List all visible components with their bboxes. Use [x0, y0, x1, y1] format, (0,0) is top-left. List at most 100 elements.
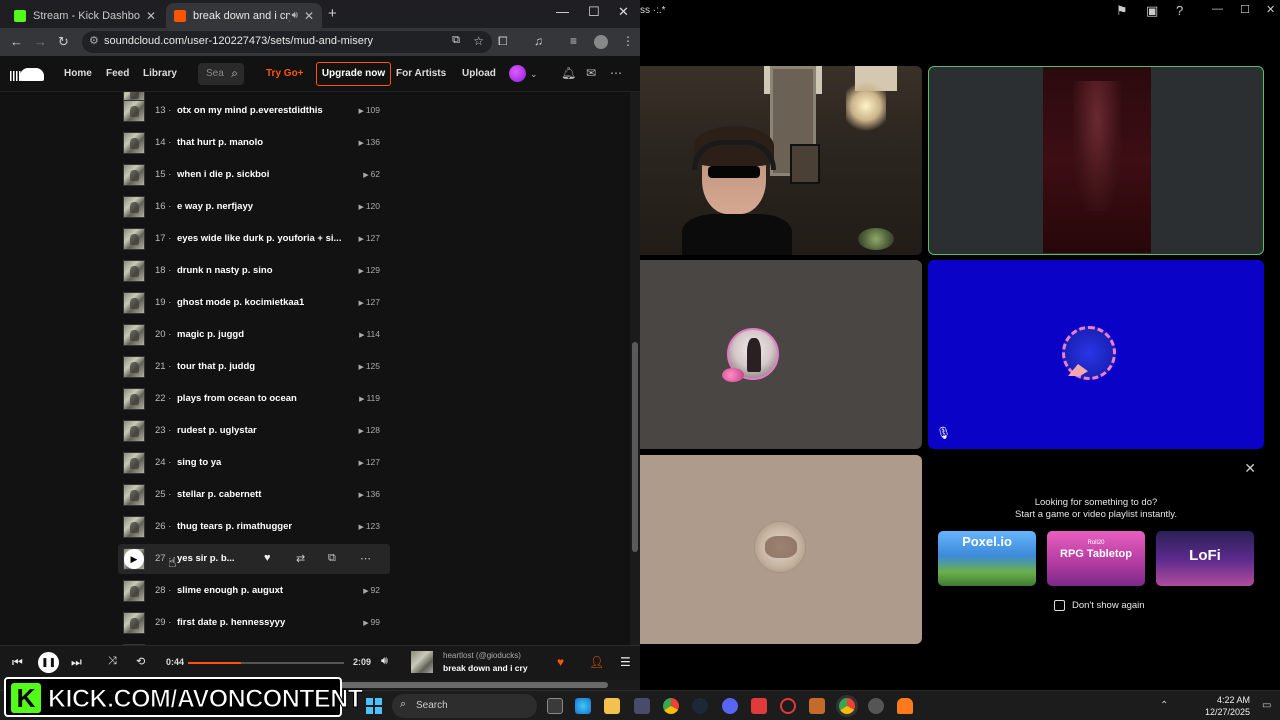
system-clock[interactable]: 4:22 AM 12/27/2025: [1205, 694, 1250, 718]
track-row[interactable]: 14 · that hurt p. manolo 136: [118, 128, 390, 158]
close-icon[interactable]: ✕: [1244, 460, 1256, 477]
file-explorer-icon[interactable]: [604, 698, 620, 714]
maximize-button[interactable]: ☐: [1240, 3, 1250, 16]
messages-icon[interactable]: ✉: [586, 66, 596, 80]
cast-icon[interactable]: ≡: [570, 34, 577, 48]
track-title[interactable]: tour that p. juddg: [177, 361, 255, 372]
track-row[interactable]: 13 · otx on my mind p.everestdidthis 109: [118, 96, 390, 126]
track-row[interactable]: 22 · plays from ocean to ocean 119: [118, 384, 390, 414]
track-row[interactable]: 25 · stellar p. cabernett 136: [118, 480, 390, 510]
scrollbar-thumb[interactable]: [340, 682, 608, 688]
participant-avatar[interactable]: [1062, 326, 1116, 380]
flag-icon[interactable]: ⚑: [1116, 3, 1128, 19]
search-icon[interactable]: ⌕: [231, 66, 238, 81]
windows-start-icon[interactable]: [366, 698, 382, 714]
track-title[interactable]: drunk n nasty p. sino: [177, 265, 273, 276]
track-title[interactable]: yes sir p. b...: [177, 553, 235, 564]
tab-soundcloud[interactable]: break down and i cry in Mu 🔊︎ ✕: [166, 3, 322, 28]
dont-show-checkbox[interactable]: [1054, 600, 1065, 611]
activity-card-lofi[interactable]: LoFi: [1156, 531, 1254, 586]
track-row[interactable]: 17 · eyes wide like durk p. youforia + si…: [118, 224, 390, 254]
streamer-webcam-tile[interactable]: [640, 66, 922, 255]
participant-tile[interactable]: [640, 260, 922, 449]
address-bar[interactable]: ⚙ soundcloud.com/user-120227473/sets/mud…: [82, 31, 492, 53]
reload-icon[interactable]: ↻: [58, 34, 69, 50]
install-icon[interactable]: ⧉: [452, 34, 460, 47]
copy-link-icon[interactable]: ⧉: [328, 552, 336, 565]
track-row[interactable]: 20 · magic p. juggd 114: [118, 320, 390, 350]
track-title[interactable]: magic p. juggd: [177, 329, 244, 340]
site-info-icon[interactable]: ⚙: [89, 34, 99, 47]
track-row[interactable]: 15 · when i die p. sickboi 62: [118, 160, 390, 190]
track-title[interactable]: stellar p. cabernett: [177, 489, 261, 500]
activity-card-rpg-tabletop[interactable]: Roll20 RPG Tabletop: [1047, 531, 1145, 586]
close-tab-icon[interactable]: ✕: [146, 9, 156, 23]
chevron-down-icon[interactable]: ⌄: [530, 69, 538, 80]
soundcloud-logo-icon[interactable]: [10, 65, 44, 81]
track-row[interactable]: 23 · rudest p. uglystar 128: [118, 416, 390, 446]
track-row[interactable]: 24 · sing to ya 127: [118, 448, 390, 478]
now-playing-artist[interactable]: heartlost (@gioducks): [443, 651, 521, 660]
queue-icon[interactable]: ☰: [620, 655, 631, 669]
track-title[interactable]: sing to ya: [177, 457, 221, 468]
discord-icon[interactable]: [722, 698, 738, 714]
pause-button[interactable]: ❚❚: [38, 652, 59, 673]
notifications-bell-icon[interactable]: 🔔︎: [561, 66, 576, 80]
search-input[interactable]: Sea ⌕: [198, 63, 244, 85]
next-track-icon[interactable]: ⏭: [71, 655, 82, 670]
minimize-button[interactable]: —: [1212, 3, 1223, 15]
track-title[interactable]: thug tears p. rimathugger: [177, 521, 292, 532]
track-row[interactable]: 16 · e way p. nerfjayy 120: [118, 192, 390, 222]
scrollbar-thumb[interactable]: [632, 342, 638, 552]
track-row[interactable]: 21 · tour that p. juddg 125: [118, 352, 390, 382]
vertical-scrollbar[interactable]: [630, 92, 640, 645]
track-title[interactable]: otx on my mind p.everestdidthis: [177, 105, 323, 116]
extensions-icon[interactable]: ⧠: [498, 34, 508, 49]
store-icon[interactable]: [634, 698, 650, 714]
progress-bar[interactable]: [188, 662, 344, 664]
nav-library[interactable]: Library: [143, 68, 177, 79]
repost-icon[interactable]: ⇄: [296, 552, 305, 565]
track-row-hovered[interactable]: ▶ 27 · yes sir p. b... ♥ ⇄ ⧉ ⋯: [118, 544, 390, 574]
media-control-icon[interactable]: ♫: [534, 34, 543, 48]
participant-avatar[interactable]: [754, 521, 806, 573]
steam-icon[interactable]: [692, 698, 708, 714]
close-window-button[interactable]: ✕: [618, 4, 629, 20]
notifications-icon[interactable]: ▭: [1262, 700, 1271, 711]
nav-feed[interactable]: Feed: [106, 68, 129, 79]
play-track-button[interactable]: ▶: [124, 549, 144, 569]
track-title[interactable]: eyes wide like durk p. youforia + si...: [177, 233, 341, 244]
user-avatar[interactable]: [509, 65, 526, 82]
participant-tile[interactable]: [640, 455, 922, 644]
nav-home[interactable]: Home: [64, 68, 92, 79]
bookmark-star-icon[interactable]: ☆: [473, 34, 484, 48]
back-icon[interactable]: ←: [10, 34, 23, 49]
track-row[interactable]: 26 · thug tears p. rimathugger 123: [118, 512, 390, 542]
inbox-icon[interactable]: ▣: [1146, 3, 1158, 19]
follow-user-icon[interactable]: 👤︎: [589, 655, 604, 669]
track-row[interactable]: 28 · slime enough p. auguxt 92: [118, 576, 390, 606]
more-options-icon[interactable]: ⋯: [610, 66, 622, 80]
chrome-icon[interactable]: [663, 698, 679, 714]
track-row[interactable]: 19 · ghost mode p. kocimietkaa1 127: [118, 288, 390, 318]
like-heart-icon[interactable]: ♥: [264, 552, 271, 564]
upgrade-button[interactable]: Upgrade now: [316, 62, 391, 86]
now-playing-title[interactable]: break down and i cry: [443, 663, 528, 673]
help-icon[interactable]: ?: [1176, 3, 1183, 18]
previous-track-icon[interactable]: ⏮: [12, 655, 23, 670]
edge-icon[interactable]: [575, 698, 591, 714]
liked-heart-icon[interactable]: ♥: [557, 655, 564, 669]
soundcloud-taskbar-icon[interactable]: [897, 698, 913, 714]
track-title[interactable]: when i die p. sickboi: [177, 169, 269, 180]
repeat-icon[interactable]: ⟲: [136, 655, 145, 668]
shuffle-icon[interactable]: ⤨: [108, 655, 117, 668]
nav-for-artists[interactable]: For Artists: [396, 68, 446, 79]
dont-show-label[interactable]: Don't show again: [1072, 600, 1145, 611]
try-go-link[interactable]: Try Go+: [266, 68, 304, 79]
app-red-icon[interactable]: [751, 698, 767, 714]
chrome-active-icon[interactable]: [839, 698, 855, 714]
participant-video-tile-active[interactable]: [928, 66, 1264, 255]
forward-icon[interactable]: →: [34, 34, 47, 49]
track-title[interactable]: that hurt p. manolo: [177, 137, 263, 148]
track-title[interactable]: ghost mode p. kocimietkaa1: [177, 297, 304, 308]
